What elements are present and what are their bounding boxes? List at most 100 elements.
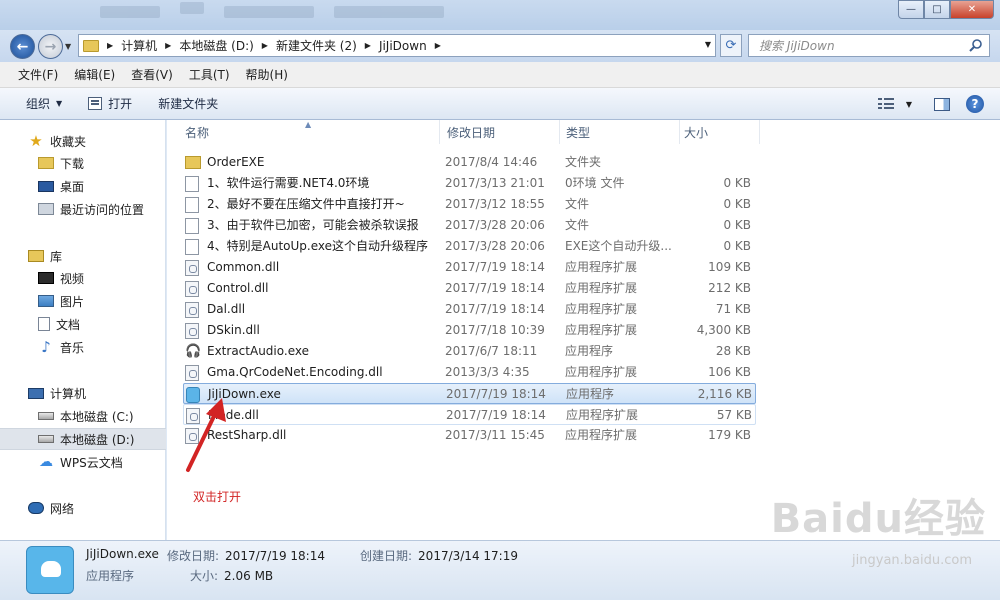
details-modified: 修改日期: 2017/7/19 18:14 xyxy=(167,549,325,563)
breadcrumb-drive-d[interactable]: ▶ 本地磁盘 (D:) xyxy=(165,37,254,54)
sidebar-item-downloads[interactable]: 下载 xyxy=(0,152,166,174)
sidebar-item-wps-cloud[interactable]: ☁ WPS云文档 xyxy=(0,451,166,473)
file-size: 0 KB xyxy=(723,218,751,232)
change-view-icon[interactable] xyxy=(877,98,894,110)
new-folder-button[interactable]: 新建文件夹 xyxy=(158,95,218,112)
column-header-type[interactable]: 类型 xyxy=(560,120,680,144)
breadcrumb-jijidown[interactable]: ▶ JiJiDown xyxy=(365,39,427,53)
open-button[interactable]: 打开 xyxy=(88,95,132,112)
file-date: 2013/3/3 4:35 xyxy=(445,365,530,379)
menu-file[interactable]: 文件(F) xyxy=(10,66,66,83)
views-dropdown-icon[interactable]: ▼ xyxy=(906,100,912,109)
sidebar-item-drive-c[interactable]: 本地磁盘 (C:) xyxy=(0,405,166,427)
column-header-name[interactable]: 名称 xyxy=(167,120,440,144)
file-name-cell: Gma.QrCodeNet.Encoding.dll xyxy=(185,362,437,383)
column-header-size[interactable]: 大小 xyxy=(680,120,760,144)
file-row[interactable]: JiJiDown.exe 2017/7/19 18:14 应用程序 2,116 KB xyxy=(183,383,756,404)
back-button[interactable]: ← xyxy=(10,34,35,59)
file-name-cell: 4、特别是AutoUp.exe这个自动升级程序 xyxy=(185,236,437,257)
close-button[interactable]: ✕ xyxy=(950,0,994,19)
breadcrumb-new-folder-2[interactable]: ▶ 新建文件夹 (2) xyxy=(262,37,357,54)
sidebar-item-drive-d[interactable]: 本地磁盘 (D:) xyxy=(0,428,166,450)
sidebar-item-desktop[interactable]: 桌面 xyxy=(0,175,166,197)
preview-pane-icon[interactable] xyxy=(934,97,950,111)
sidebar-item-pictures[interactable]: 图片 xyxy=(0,290,166,312)
file-row[interactable]: OrderEXE 2017/8/4 14:46 文件夹 xyxy=(183,152,756,173)
file-row[interactable]: Control.dll 2017/7/19 18:14 应用程序扩展 212 KB xyxy=(183,278,756,299)
cloud-icon: ☁ xyxy=(39,454,53,470)
search-icon[interactable] xyxy=(969,38,983,52)
sidebar-favorites[interactable]: ★ 收藏夹 xyxy=(0,130,166,152)
sidebar-item-music[interactable]: ♪ 音乐 xyxy=(0,336,166,358)
annotation-double-click: 双击打开 xyxy=(193,490,242,504)
sidebar-item-videos[interactable]: 视频 xyxy=(0,267,166,289)
file-name: Common.dll xyxy=(207,260,280,274)
forward-button[interactable]: → xyxy=(38,34,63,59)
organize-button[interactable]: 组织 ▼ xyxy=(26,95,62,112)
file-type: EXE这个自动升级... xyxy=(565,239,672,253)
file-row[interactable]: 3、由于软件已加密，可能会被杀软误报 2017/3/28 20:06 文件 0 KB xyxy=(183,215,756,236)
file-type: 应用程序扩展 xyxy=(565,260,638,274)
dll-icon xyxy=(185,322,199,339)
file-name-cell: 2、最好不要在压缩文件中直接打开~ xyxy=(185,194,437,215)
file-row[interactable]: DSkin.dll 2017/7/18 10:39 应用程序扩展 4,300 KB xyxy=(183,320,756,341)
breadcrumb-computer[interactable]: ▶ 计算机 xyxy=(107,37,157,54)
red-arrow-annotation xyxy=(186,398,226,472)
title-bar: — □ ✕ xyxy=(0,0,1000,30)
minimize-button[interactable]: — xyxy=(898,0,924,19)
file-name: 3、由于软件已加密，可能会被杀软误报 xyxy=(207,218,419,232)
desktop-icon xyxy=(38,180,54,192)
sidebar-computer[interactable]: 计算机 xyxy=(0,382,166,404)
file-row[interactable]: Mode.dll 2017/7/19 18:14 应用程序扩展 57 KB xyxy=(183,404,756,425)
network-icon xyxy=(28,502,44,514)
file-row[interactable]: Common.dll 2017/7/19 18:14 应用程序扩展 109 KB xyxy=(183,257,756,278)
maximize-button[interactable]: □ xyxy=(924,0,950,19)
menu-tools[interactable]: 工具(T) xyxy=(181,66,238,83)
background-window-titles xyxy=(100,2,444,26)
menu-help[interactable]: 帮助(H) xyxy=(238,66,296,83)
file-name-cell: 🎧 ExtractAudio.exe xyxy=(185,341,437,362)
folder-icon xyxy=(185,156,201,169)
file-date: 2017/3/13 21:01 xyxy=(445,176,545,190)
address-bar[interactable]: ▶ 计算机 ▶ 本地磁盘 (D:) ▶ 新建文件夹 (2) ▶ JiJiDown ▶ ▼ xyxy=(78,34,716,57)
sidebar-item-recent[interactable]: 最近访问的位置 xyxy=(0,198,166,220)
refresh-button[interactable]: ⟳ xyxy=(720,34,742,57)
menu-edit[interactable]: 编辑(E) xyxy=(66,66,123,83)
file-name: Control.dll xyxy=(207,281,269,295)
file-type: 文件 xyxy=(565,218,590,232)
details-pane: JiJiDown.exe 应用程序 修改日期: 2017/7/19 18:14 大… xyxy=(0,540,1000,600)
file-type: 文件 xyxy=(565,197,590,211)
file-row[interactable]: 2、最好不要在压缩文件中直接打开~ 2017/3/12 18:55 文件 0 KB xyxy=(183,194,756,215)
file-row[interactable]: 4、特别是AutoUp.exe这个自动升级程序 2017/3/28 20:06 EX… xyxy=(183,236,756,257)
sidebar-item-documents[interactable]: 文档 xyxy=(0,313,166,335)
file-date: 2017/3/28 20:06 xyxy=(445,218,545,232)
file-type: 应用程序扩展 xyxy=(565,428,638,442)
sidebar-libraries[interactable]: 库 xyxy=(0,245,166,267)
file-size: 71 KB xyxy=(715,302,751,316)
chevron-right-icon: ▶ xyxy=(165,41,172,50)
sidebar-network[interactable]: 网络 xyxy=(0,497,166,519)
details-created: 创建日期: 2017/3/14 17:19 xyxy=(360,549,518,563)
file-row[interactable]: Dal.dll 2017/7/19 18:14 应用程序扩展 71 KB xyxy=(183,299,756,320)
drive-icon xyxy=(38,435,54,443)
help-icon[interactable]: ? xyxy=(966,95,984,113)
file-row[interactable]: RestSharp.dll 2017/3/11 15:45 应用程序扩展 179 KB xyxy=(183,425,756,446)
details-filename: JiJiDown.exe xyxy=(86,547,159,561)
file-size: 0 KB xyxy=(723,176,751,190)
file-row[interactable]: Gma.QrCodeNet.Encoding.dll 2013/3/3 4:35 应… xyxy=(183,362,756,383)
address-dropdown-icon[interactable]: ▼ xyxy=(705,40,711,49)
file-date: 2017/7/19 18:14 xyxy=(445,260,545,274)
recent-pages-dropdown[interactable]: ▼ xyxy=(65,42,71,51)
file-row[interactable]: 1、软件运行需要.NET4.0环境 2017/3/13 21:01 0环境 文件 0 … xyxy=(183,173,756,194)
menu-view[interactable]: 查看(V) xyxy=(123,66,181,83)
file-name-cell: 3、由于软件已加密，可能会被杀软误报 xyxy=(185,215,437,236)
breadcrumb-expand[interactable]: ▶ xyxy=(435,41,449,50)
drive-icon xyxy=(38,412,54,420)
folder-icon xyxy=(83,39,99,52)
file-size: 57 KB xyxy=(716,408,752,422)
file-name-cell: OrderEXE xyxy=(185,152,437,173)
file-type: 应用程序扩展 xyxy=(565,365,638,379)
column-header-date[interactable]: 修改日期 xyxy=(440,120,560,144)
file-row[interactable]: 🎧 ExtractAudio.exe 2017/6/7 18:11 应用程序 28 KB xyxy=(183,341,756,362)
search-input[interactable]: 搜索 JiJiDown xyxy=(748,34,990,57)
